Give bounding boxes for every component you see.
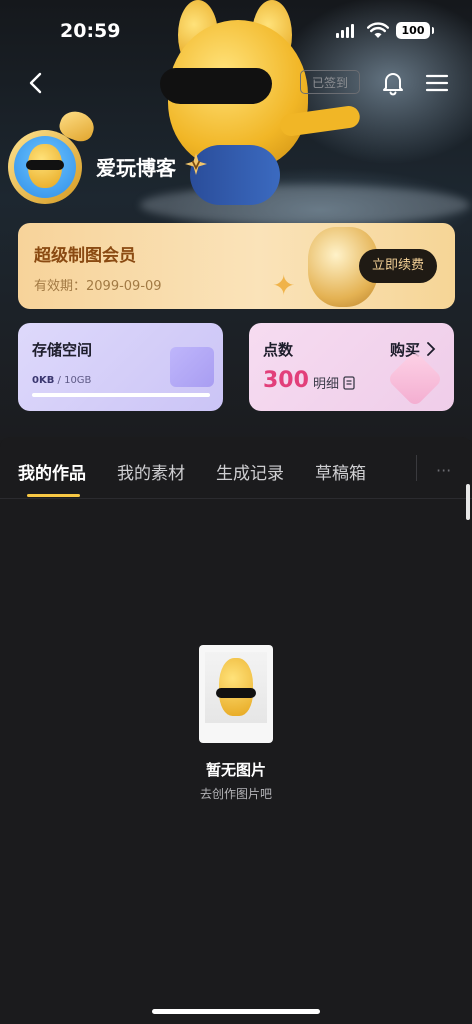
- signal-icon: [336, 24, 354, 38]
- folder-icon: [170, 347, 214, 387]
- storage-usage: 0KB / 10GB: [32, 375, 91, 386]
- storage-total: 10GB: [64, 375, 92, 386]
- member-title: 超级制图会员: [34, 246, 136, 266]
- document-icon: [343, 375, 355, 390]
- storage-title: 存储空间: [32, 341, 93, 359]
- tab-my-works[interactable]: 我的作品: [18, 459, 86, 484]
- bunny-image: [216, 658, 256, 716]
- username: 爱玩博客: [96, 156, 176, 180]
- renew-button[interactable]: 立即续费: [359, 249, 437, 283]
- tab-history[interactable]: 生成记录: [216, 459, 284, 484]
- detail-label: 明细: [313, 377, 340, 392]
- avatar[interactable]: [8, 107, 98, 204]
- storage-separator: /: [54, 375, 65, 386]
- battery-icon: 100: [396, 22, 434, 39]
- content-panel: 我的作品 我的素材 生成记录 草稿箱 ··· 暂无图片 去创作图片吧: [0, 437, 472, 1024]
- empty-state-subtitle[interactable]: 去创作图片吧: [0, 785, 472, 802]
- member-card[interactable]: 超级制图会员 有效期：2099-09-09 ✦ 立即续费: [18, 223, 455, 309]
- scrollbar[interactable]: [466, 484, 470, 520]
- member-expire: 有效期：2099-09-09: [34, 275, 162, 294]
- bell-icon[interactable]: [380, 70, 406, 96]
- chevron-right-icon: [427, 342, 436, 356]
- points-title: 点数: [263, 341, 294, 359]
- home-indicator: [152, 1009, 320, 1014]
- checkin-button[interactable]: 已签到: [300, 70, 360, 94]
- wifi-icon: [367, 22, 389, 38]
- sparkle-icon: ✦: [272, 269, 296, 302]
- menu-icon[interactable]: [424, 70, 450, 96]
- bunny-avatar-image: [26, 144, 64, 188]
- expire-label: 有效期：: [34, 279, 87, 294]
- detail-button[interactable]: 明细: [313, 373, 355, 392]
- status-time: 20:59: [60, 20, 121, 42]
- points-value: 300: [263, 368, 309, 393]
- points-card[interactable]: 点数 购买 300 明细: [249, 323, 454, 411]
- storage-card[interactable]: 存储空间 0KB / 10GB: [18, 323, 223, 411]
- tabs-divider: [0, 498, 472, 499]
- wave-decoration: [140, 185, 470, 225]
- active-tab-indicator: [27, 494, 80, 497]
- storage-progress-bar: [32, 393, 210, 397]
- mascot-sunglasses: [160, 68, 272, 104]
- vip-badge-icon: [185, 153, 207, 175]
- storage-used: 0KB: [32, 375, 55, 386]
- empty-state-illustration: [199, 645, 273, 743]
- expire-date: 2099-09-09: [86, 279, 162, 294]
- tab-my-materials[interactable]: 我的素材: [117, 459, 185, 484]
- more-icon[interactable]: ···: [436, 461, 451, 480]
- tab-drafts[interactable]: 草稿箱: [315, 459, 366, 484]
- back-icon[interactable]: [22, 68, 52, 98]
- empty-state-title: 暂无图片: [205, 761, 266, 779]
- tab-divider: [416, 455, 417, 481]
